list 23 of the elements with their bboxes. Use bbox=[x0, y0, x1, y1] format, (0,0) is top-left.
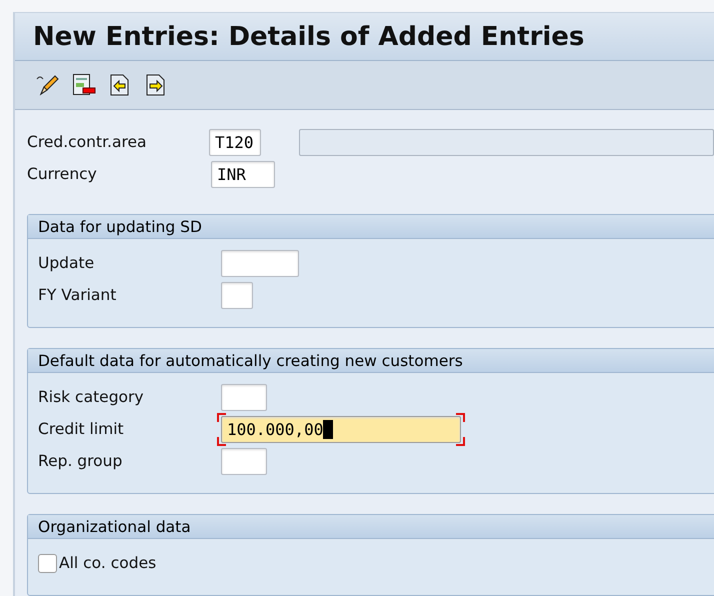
input-field[interactable]: T120 bbox=[209, 128, 261, 156]
field-label: Cred.contr.area bbox=[27, 133, 148, 151]
group-title: Data for updating SD bbox=[28, 215, 714, 239]
field-label: Currency bbox=[27, 165, 98, 183]
group-title: Organizational data bbox=[28, 515, 714, 539]
window-title: New Entries: Details of Added Entries bbox=[15, 13, 714, 61]
field-label: Rep. group bbox=[38, 452, 124, 470]
toolbar-button[interactable] bbox=[72, 73, 96, 97]
input-field[interactable] bbox=[221, 282, 253, 308]
field-label: FY Variant bbox=[38, 286, 118, 304]
field-label: Risk category bbox=[38, 388, 145, 406]
checkbox-label: All co. codes bbox=[59, 554, 156, 572]
field-label: Update bbox=[38, 254, 96, 272]
field-label: Credit limit bbox=[38, 420, 125, 438]
input-field[interactable] bbox=[221, 250, 299, 276]
checkbox[interactable] bbox=[38, 554, 57, 572]
toolbar-button[interactable] bbox=[36, 73, 60, 97]
group-title: Default data for automatically creating new customers bbox=[28, 349, 714, 373]
pencil-icon bbox=[36, 73, 60, 97]
input-field[interactable] bbox=[221, 384, 267, 410]
input-field[interactable] bbox=[221, 448, 267, 474]
delete-row-icon bbox=[72, 73, 96, 97]
input-field[interactable]: INR bbox=[211, 160, 275, 188]
